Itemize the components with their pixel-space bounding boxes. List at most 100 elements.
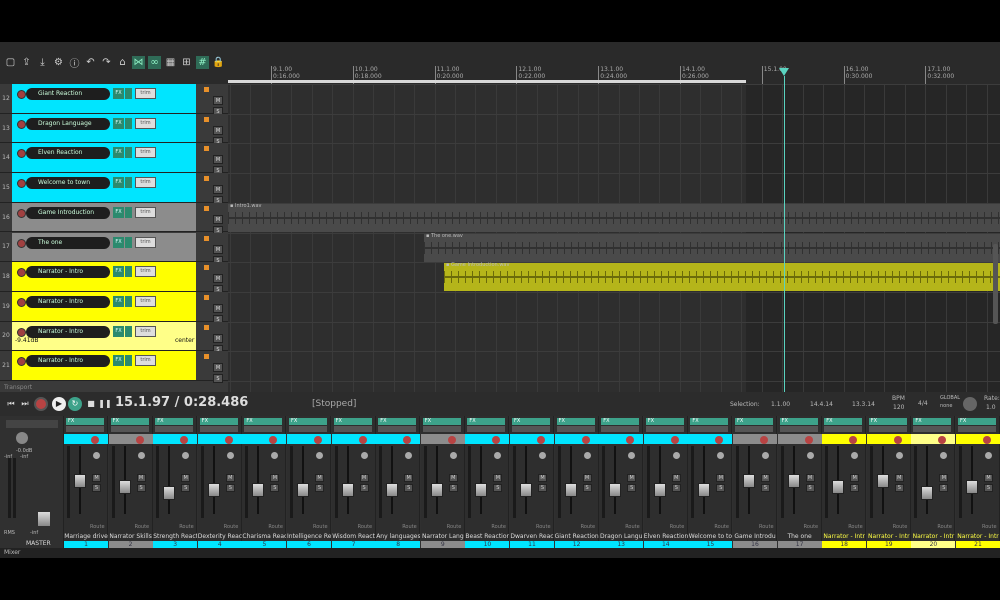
fx-slot[interactable]: FX [824,418,863,425]
track-19[interactable]: 19 Narrator - Intro FX trim M S [0,291,228,324]
solo-button[interactable]: S [92,484,101,492]
route-button[interactable]: Route [402,524,417,530]
time-signature[interactable]: 4/4 [918,400,928,407]
fx-button[interactable]: FX [113,236,124,248]
rms-label[interactable]: RMS [4,530,15,536]
track-name[interactable]: Narrator - Intro [26,325,110,338]
fx-slot-secondary[interactable] [467,426,506,432]
master-fx-slot[interactable] [6,420,58,428]
route-button[interactable]: Route [536,524,551,530]
pan-knob[interactable] [271,452,279,459]
record-arm-icon[interactable] [224,436,233,444]
fx-slot-secondary[interactable] [512,426,550,432]
lock-icon[interactable]: 🔒 [212,56,225,69]
volume-fader[interactable] [743,473,755,488]
strip-name[interactable]: Dwarven Reac [510,532,554,541]
pan-knob[interactable] [940,452,948,459]
stop-button[interactable]: ■ [84,397,98,411]
volume-fader[interactable] [787,473,800,488]
fx-slot[interactable]: FX [913,418,952,425]
trim-automation-button[interactable]: trim [135,147,156,159]
route-button[interactable]: Route [358,524,373,530]
route-button[interactable]: Route [759,524,774,530]
record-arm-icon[interactable] [804,436,813,444]
fx-slot[interactable]: FX [868,418,907,425]
mute-button[interactable]: M [404,474,414,482]
pan-knob[interactable] [628,452,636,459]
pan-knob[interactable] [226,452,234,459]
fx-slot[interactable]: FX [958,418,996,425]
track-name[interactable]: Elven Reaction [26,147,110,160]
redo-icon[interactable]: ↷ [100,56,113,69]
vertical-scrollbar[interactable] [993,244,998,324]
track-name[interactable]: Dragon Language [26,117,110,130]
fx-slot[interactable]: FX [422,418,461,425]
record-arm-icon[interactable] [135,436,144,444]
solo-button[interactable]: S [213,374,223,384]
track-name[interactable]: Narrator - Intro [26,266,110,279]
pan-knob[interactable] [851,452,859,459]
mute-button[interactable]: M [359,474,369,482]
solo-button[interactable]: S [939,484,949,492]
track-17[interactable]: 17 The one FX trim M S [0,232,228,265]
mute-button[interactable]: M [671,474,681,482]
strip-name[interactable]: Giant Reaction [555,532,599,541]
fx-slot-secondary[interactable] [289,426,327,432]
track-18[interactable]: 18 Narrator - Intro FX trim M S [0,262,228,295]
track-name[interactable]: Narrator - Intro [26,295,110,308]
fx-slot[interactable]: FX [690,418,729,425]
record-arm-icon[interactable] [17,90,26,99]
pan-knob[interactable] [895,452,903,459]
new-file-icon[interactable]: ▢ [4,56,17,69]
info-icon[interactable]: ⓘ [68,56,81,70]
track-body[interactable]: Narrator - Intro FX trim [12,262,196,291]
fx-button[interactable]: FX [113,117,124,129]
record-arm-icon[interactable] [17,119,26,129]
trim-automation-button[interactable]: trim [135,236,156,248]
pan-knob[interactable] [182,452,190,459]
track-body[interactable]: Dragon Language FX trim [12,113,196,143]
record-arm-icon[interactable] [17,149,26,159]
track-14[interactable]: 14 Elven Reaction FX trim M S [0,143,228,176]
solo-button[interactable]: S [270,484,280,492]
rate-value[interactable]: 1.0 [986,404,996,411]
volume-fader[interactable] [609,483,622,498]
media-item[interactable]: ▪ Intro1.wav [228,203,1000,232]
trim-automation-button[interactable]: trim [135,88,156,99]
fx-slot-secondary[interactable] [735,426,773,432]
mute-button[interactable]: M [213,155,223,165]
strip-name[interactable]: Elven Reaction [644,532,688,541]
solo-button[interactable]: S [359,484,369,492]
strip-name[interactable]: Game Introdu [733,532,777,541]
snap-icon[interactable]: ⊞ [180,56,193,69]
fx-slot-secondary[interactable] [645,426,684,432]
mute-button[interactable]: M [92,474,101,482]
grid-icon[interactable]: ▦ [164,56,177,69]
route-button[interactable]: Route [893,524,908,530]
track-21[interactable]: 21 Narrator - Intro FX trim M S [0,351,228,384]
volume-fader[interactable] [118,480,131,495]
solo-button[interactable]: S [984,484,993,492]
fx-slot-secondary[interactable] [779,426,818,432]
fx-slot[interactable]: FX [779,418,818,425]
strip-name[interactable]: Welcome to to [688,532,732,541]
pan-knob[interactable] [806,452,814,459]
fx-slot[interactable]: FX [467,418,506,425]
solo-button[interactable]: S [448,484,458,492]
play-button[interactable]: ▶ [52,397,66,411]
route-button[interactable]: Route [268,524,283,530]
pan-knob[interactable] [583,452,591,459]
mute-button[interactable]: M [627,474,637,482]
fx-slot[interactable]: FX [155,418,194,425]
volume-fader[interactable] [207,483,220,498]
record-arm-icon[interactable] [17,238,26,248]
mute-button[interactable]: M [493,474,503,482]
fx-slot-secondary[interactable] [378,426,417,432]
strip-name[interactable]: Narrator Skills [109,532,153,541]
fx-slot[interactable]: FX [512,418,550,425]
track-name[interactable]: The one [26,236,110,249]
mute-button[interactable]: M [213,185,223,195]
solo-button[interactable]: S [671,484,681,492]
time-selection-bar[interactable] [228,80,746,83]
fx-button[interactable]: FX [113,295,124,307]
